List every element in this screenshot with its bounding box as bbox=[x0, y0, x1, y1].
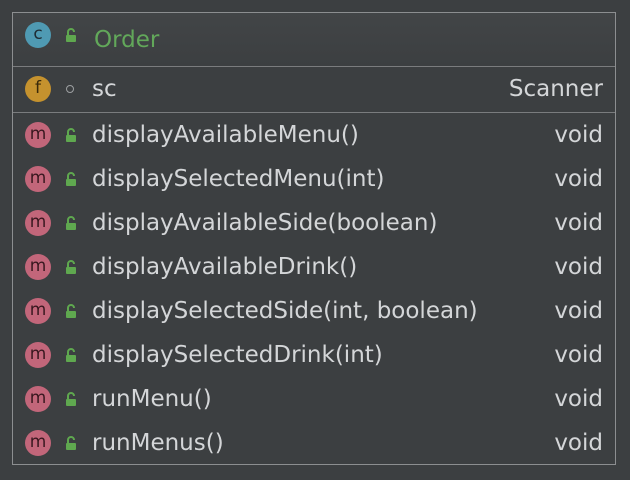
field-row[interactable]: f sc Scanner bbox=[13, 67, 615, 111]
unlocked-public-icon bbox=[66, 216, 76, 230]
method-return-type: void bbox=[554, 122, 603, 148]
class-header[interactable]: c Order bbox=[13, 13, 615, 67]
fields-section: f sc Scanner bbox=[13, 67, 615, 113]
unlocked-public-icon bbox=[66, 392, 76, 406]
method-row[interactable]: m displaySelectedMenu(int) void bbox=[13, 157, 615, 201]
method-name: displaySelectedMenu(int) bbox=[92, 166, 385, 192]
unlocked-public-icon bbox=[66, 172, 76, 186]
method-row[interactable]: m displayAvailableSide(boolean) void bbox=[13, 201, 615, 245]
method-row[interactable]: m displayAvailableMenu() void bbox=[13, 113, 615, 157]
method-name: runMenus() bbox=[92, 430, 224, 456]
method-badge-icon: m bbox=[25, 166, 51, 192]
field-badge-icon: f bbox=[25, 76, 51, 102]
method-return-type: void bbox=[554, 342, 603, 368]
unlocked-public-icon bbox=[66, 260, 76, 274]
field-type: Scanner bbox=[508, 76, 603, 102]
method-badge-icon: m bbox=[25, 386, 51, 412]
method-return-type: void bbox=[554, 166, 603, 192]
diagram-canvas: c Order f sc Scanner m displayAvailableMe… bbox=[0, 0, 630, 480]
class-badge-icon: c bbox=[25, 22, 51, 48]
method-return-type: void bbox=[554, 254, 603, 280]
unlocked-public-icon bbox=[66, 436, 76, 450]
unlocked-public-icon bbox=[66, 128, 76, 142]
method-row[interactable]: m displaySelectedSide(int, boolean) void bbox=[13, 289, 615, 333]
method-badge-icon: m bbox=[25, 210, 51, 236]
method-badge-icon: m bbox=[25, 430, 51, 456]
method-return-type: void bbox=[554, 210, 603, 236]
method-return-type: void bbox=[554, 430, 603, 456]
method-row[interactable]: m runMenu() void bbox=[13, 377, 615, 421]
method-name: displaySelectedDrink(int) bbox=[92, 342, 383, 368]
class-name: Order bbox=[94, 27, 160, 53]
uml-class-card[interactable]: c Order f sc Scanner m displayAvailableMe… bbox=[12, 12, 616, 465]
method-badge-icon: m bbox=[25, 298, 51, 324]
unlocked-public-icon bbox=[66, 348, 76, 362]
method-name: displayAvailableSide(boolean) bbox=[92, 210, 438, 236]
package-private-dot-icon bbox=[66, 85, 74, 93]
method-row[interactable]: m runMenus() void bbox=[13, 421, 615, 465]
method-badge-icon: m bbox=[25, 122, 51, 148]
unlocked-public-icon bbox=[66, 304, 76, 318]
method-name: displayAvailableDrink() bbox=[92, 254, 358, 280]
method-row[interactable]: m displayAvailableDrink() void bbox=[13, 245, 615, 289]
method-name: displaySelectedSide(int, boolean) bbox=[92, 298, 478, 324]
method-name: runMenu() bbox=[92, 386, 212, 412]
unlocked-public-icon bbox=[66, 28, 76, 42]
method-return-type: void bbox=[554, 386, 603, 412]
method-name: displayAvailableMenu() bbox=[92, 122, 359, 148]
field-name: sc bbox=[92, 76, 117, 102]
method-return-type: void bbox=[554, 298, 603, 324]
method-row[interactable]: m displaySelectedDrink(int) void bbox=[13, 333, 615, 377]
method-badge-icon: m bbox=[25, 254, 51, 280]
methods-section: m displayAvailableMenu() void m displaySelec… bbox=[13, 113, 615, 465]
method-badge-icon: m bbox=[25, 342, 51, 368]
